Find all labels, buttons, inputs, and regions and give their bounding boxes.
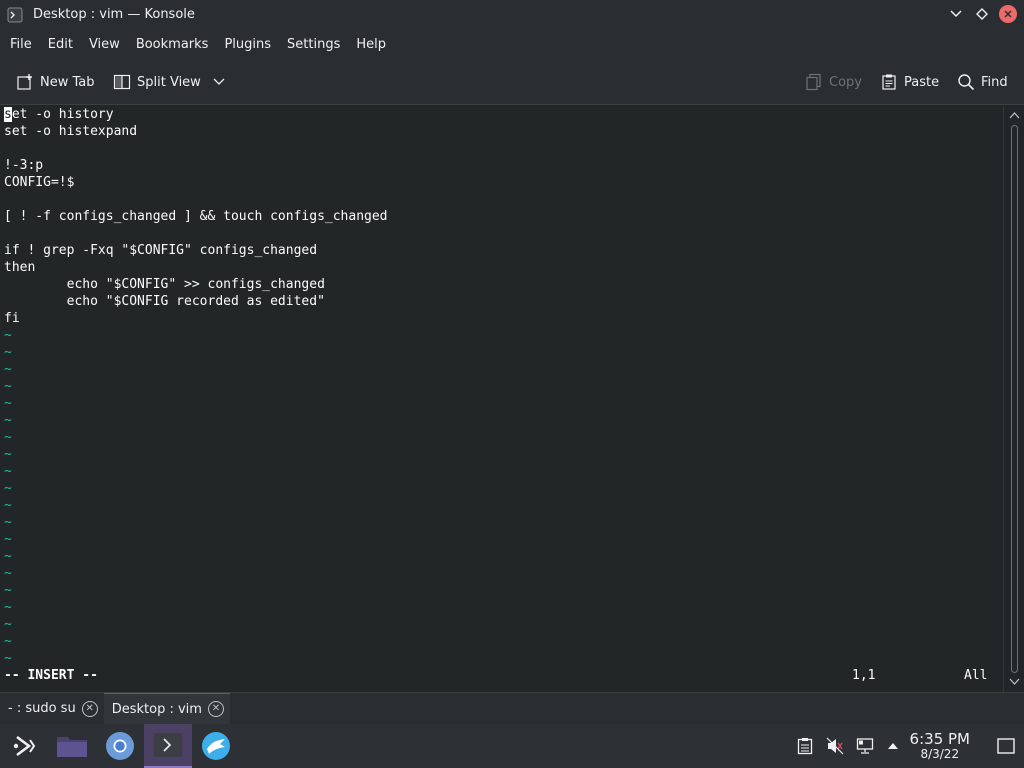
terminal-scrollbar[interactable]	[1003, 106, 1024, 692]
cursor-position: 1,1	[852, 668, 876, 683]
paste-label: Paste	[904, 74, 940, 90]
chromium-icon[interactable]	[96, 724, 144, 768]
paste-icon	[882, 74, 896, 90]
tilde-marker: ~	[4, 464, 12, 479]
chevron-down-icon	[1009, 678, 1020, 685]
chevron-down-icon	[213, 78, 225, 85]
application-launcher-icon[interactable]	[0, 724, 48, 768]
close-button[interactable]	[998, 4, 1018, 24]
menubar: File Edit View Bookmarks Plugins Setting…	[0, 29, 1024, 60]
menu-plugins[interactable]: Plugins	[224, 37, 271, 52]
clipboard-icon[interactable]	[790, 724, 820, 768]
chevron-up-icon	[1009, 112, 1020, 119]
tilde-marker: ~	[4, 532, 12, 547]
split-view-button[interactable]: Split View	[113, 67, 231, 97]
find-button[interactable]: Find	[957, 67, 1008, 97]
konsole-app-icon	[5, 5, 25, 25]
menu-edit[interactable]: Edit	[48, 37, 73, 52]
show-desktop-icon[interactable]	[988, 724, 1024, 768]
tilde-marker: ~	[4, 345, 12, 360]
split-view-label: Split View	[137, 74, 201, 90]
split-view-icon	[113, 74, 131, 90]
editor-line: [ ! -f configs_changed ] && touch config…	[4, 209, 388, 224]
editor-line: CONFIG=!$	[4, 175, 75, 190]
tilde-marker: ~	[4, 583, 12, 598]
tilde-marker: ~	[4, 430, 12, 445]
editor-line: fi	[4, 311, 20, 326]
tilde-marker: ~	[4, 498, 12, 513]
konsole-icon[interactable]	[144, 724, 192, 768]
window-title: Desktop : vim — Konsole	[33, 7, 195, 22]
new-tab-button[interactable]: New Tab	[16, 67, 95, 97]
tilde-marker: ~	[4, 600, 12, 615]
tilde-marker: ~	[4, 481, 12, 496]
find-label: Find	[981, 74, 1008, 90]
tilde-marker: ~	[4, 379, 12, 394]
editor-line: echo "$CONFIG" >> configs_changed	[4, 277, 325, 292]
close-icon	[1004, 10, 1012, 18]
tab-sudo-su[interactable]: - : sudo su ✕	[0, 693, 104, 724]
window-titlebar[interactable]: Desktop : vim — Konsole	[0, 0, 1024, 29]
clock-date: 8/3/22	[920, 747, 960, 761]
tilde-marker: ~	[4, 362, 12, 377]
tilde-marker: ~	[4, 549, 12, 564]
editor-line: set -o history	[4, 106, 114, 123]
tilde-marker: ~	[4, 396, 12, 411]
editor-line: then	[4, 260, 36, 275]
menu-bookmarks[interactable]: Bookmarks	[136, 37, 209, 52]
taskbar: 6:35 PM 8/3/22	[0, 724, 1024, 768]
diamond-icon	[976, 8, 988, 20]
editor-line-text: et -o history	[11, 107, 114, 122]
search-icon	[958, 74, 975, 91]
editor-line: !-3:p	[4, 158, 44, 173]
tilde-marker: ~	[4, 413, 12, 428]
file-manager-icon[interactable]	[48, 724, 96, 768]
tilde-marker: ~	[4, 617, 12, 632]
copy-button[interactable]: Copy	[805, 67, 862, 97]
toolbar: New Tab Split View Copy Paste Find	[0, 60, 1024, 105]
clock-time: 6:35 PM	[909, 730, 970, 748]
tab-desktop-vim[interactable]: Desktop : vim ✕	[103, 693, 230, 724]
editor-line: set -o histexpand	[4, 124, 138, 139]
scroll-indicator: All	[964, 668, 988, 683]
tilde-marker: ~	[4, 651, 12, 666]
volume-muted-icon[interactable]	[820, 724, 850, 768]
menu-settings[interactable]: Settings	[287, 37, 340, 52]
copy-label: Copy	[829, 74, 862, 90]
terminal-view[interactable]: set -o history set -o histexpand !-3:p CON…	[0, 106, 1003, 692]
system-tray: 6:35 PM 8/3/22	[790, 724, 1024, 768]
tilde-marker: ~	[4, 566, 12, 581]
copy-icon	[806, 73, 821, 91]
menu-file[interactable]: File	[10, 37, 32, 52]
editor-line: if ! grep -Fxq "$CONFIG" configs_changed	[4, 243, 318, 258]
vim-mode-indicator: -- INSERT --	[4, 668, 98, 683]
close-tab-icon[interactable]: ✕	[81, 700, 98, 717]
tab-label: Desktop : vim	[111, 701, 202, 717]
chevron-down-icon	[950, 10, 962, 18]
tab-label: - : sudo su	[8, 701, 76, 716]
discover-icon[interactable]	[192, 724, 240, 768]
network-icon[interactable]	[850, 724, 880, 768]
close-tab-icon[interactable]: ✕	[207, 701, 224, 717]
session-tabbar: - : sudo su ✕ Desktop : vim ✕	[0, 692, 1024, 724]
menu-view[interactable]: View	[89, 37, 120, 52]
paste-button[interactable]: Paste	[880, 67, 939, 97]
tilde-marker: ~	[4, 515, 12, 530]
tilde-marker: ~	[4, 634, 12, 649]
tray-expand-icon[interactable]	[880, 724, 906, 768]
new-tab-icon	[17, 74, 32, 90]
tilde-marker: ~	[4, 447, 12, 462]
menu-help[interactable]: Help	[356, 37, 386, 52]
editor-line: echo "$CONFIG recorded as edited"	[4, 294, 325, 309]
new-tab-label: New Tab	[40, 74, 95, 90]
minimize-button[interactable]	[946, 4, 966, 24]
text-cursor: s	[4, 107, 12, 122]
digital-clock[interactable]: 6:35 PM 8/3/22	[910, 731, 970, 761]
scrollbar-thumb[interactable]	[1011, 125, 1018, 673]
tilde-marker: ~	[4, 328, 12, 343]
maximize-button[interactable]	[972, 4, 992, 24]
